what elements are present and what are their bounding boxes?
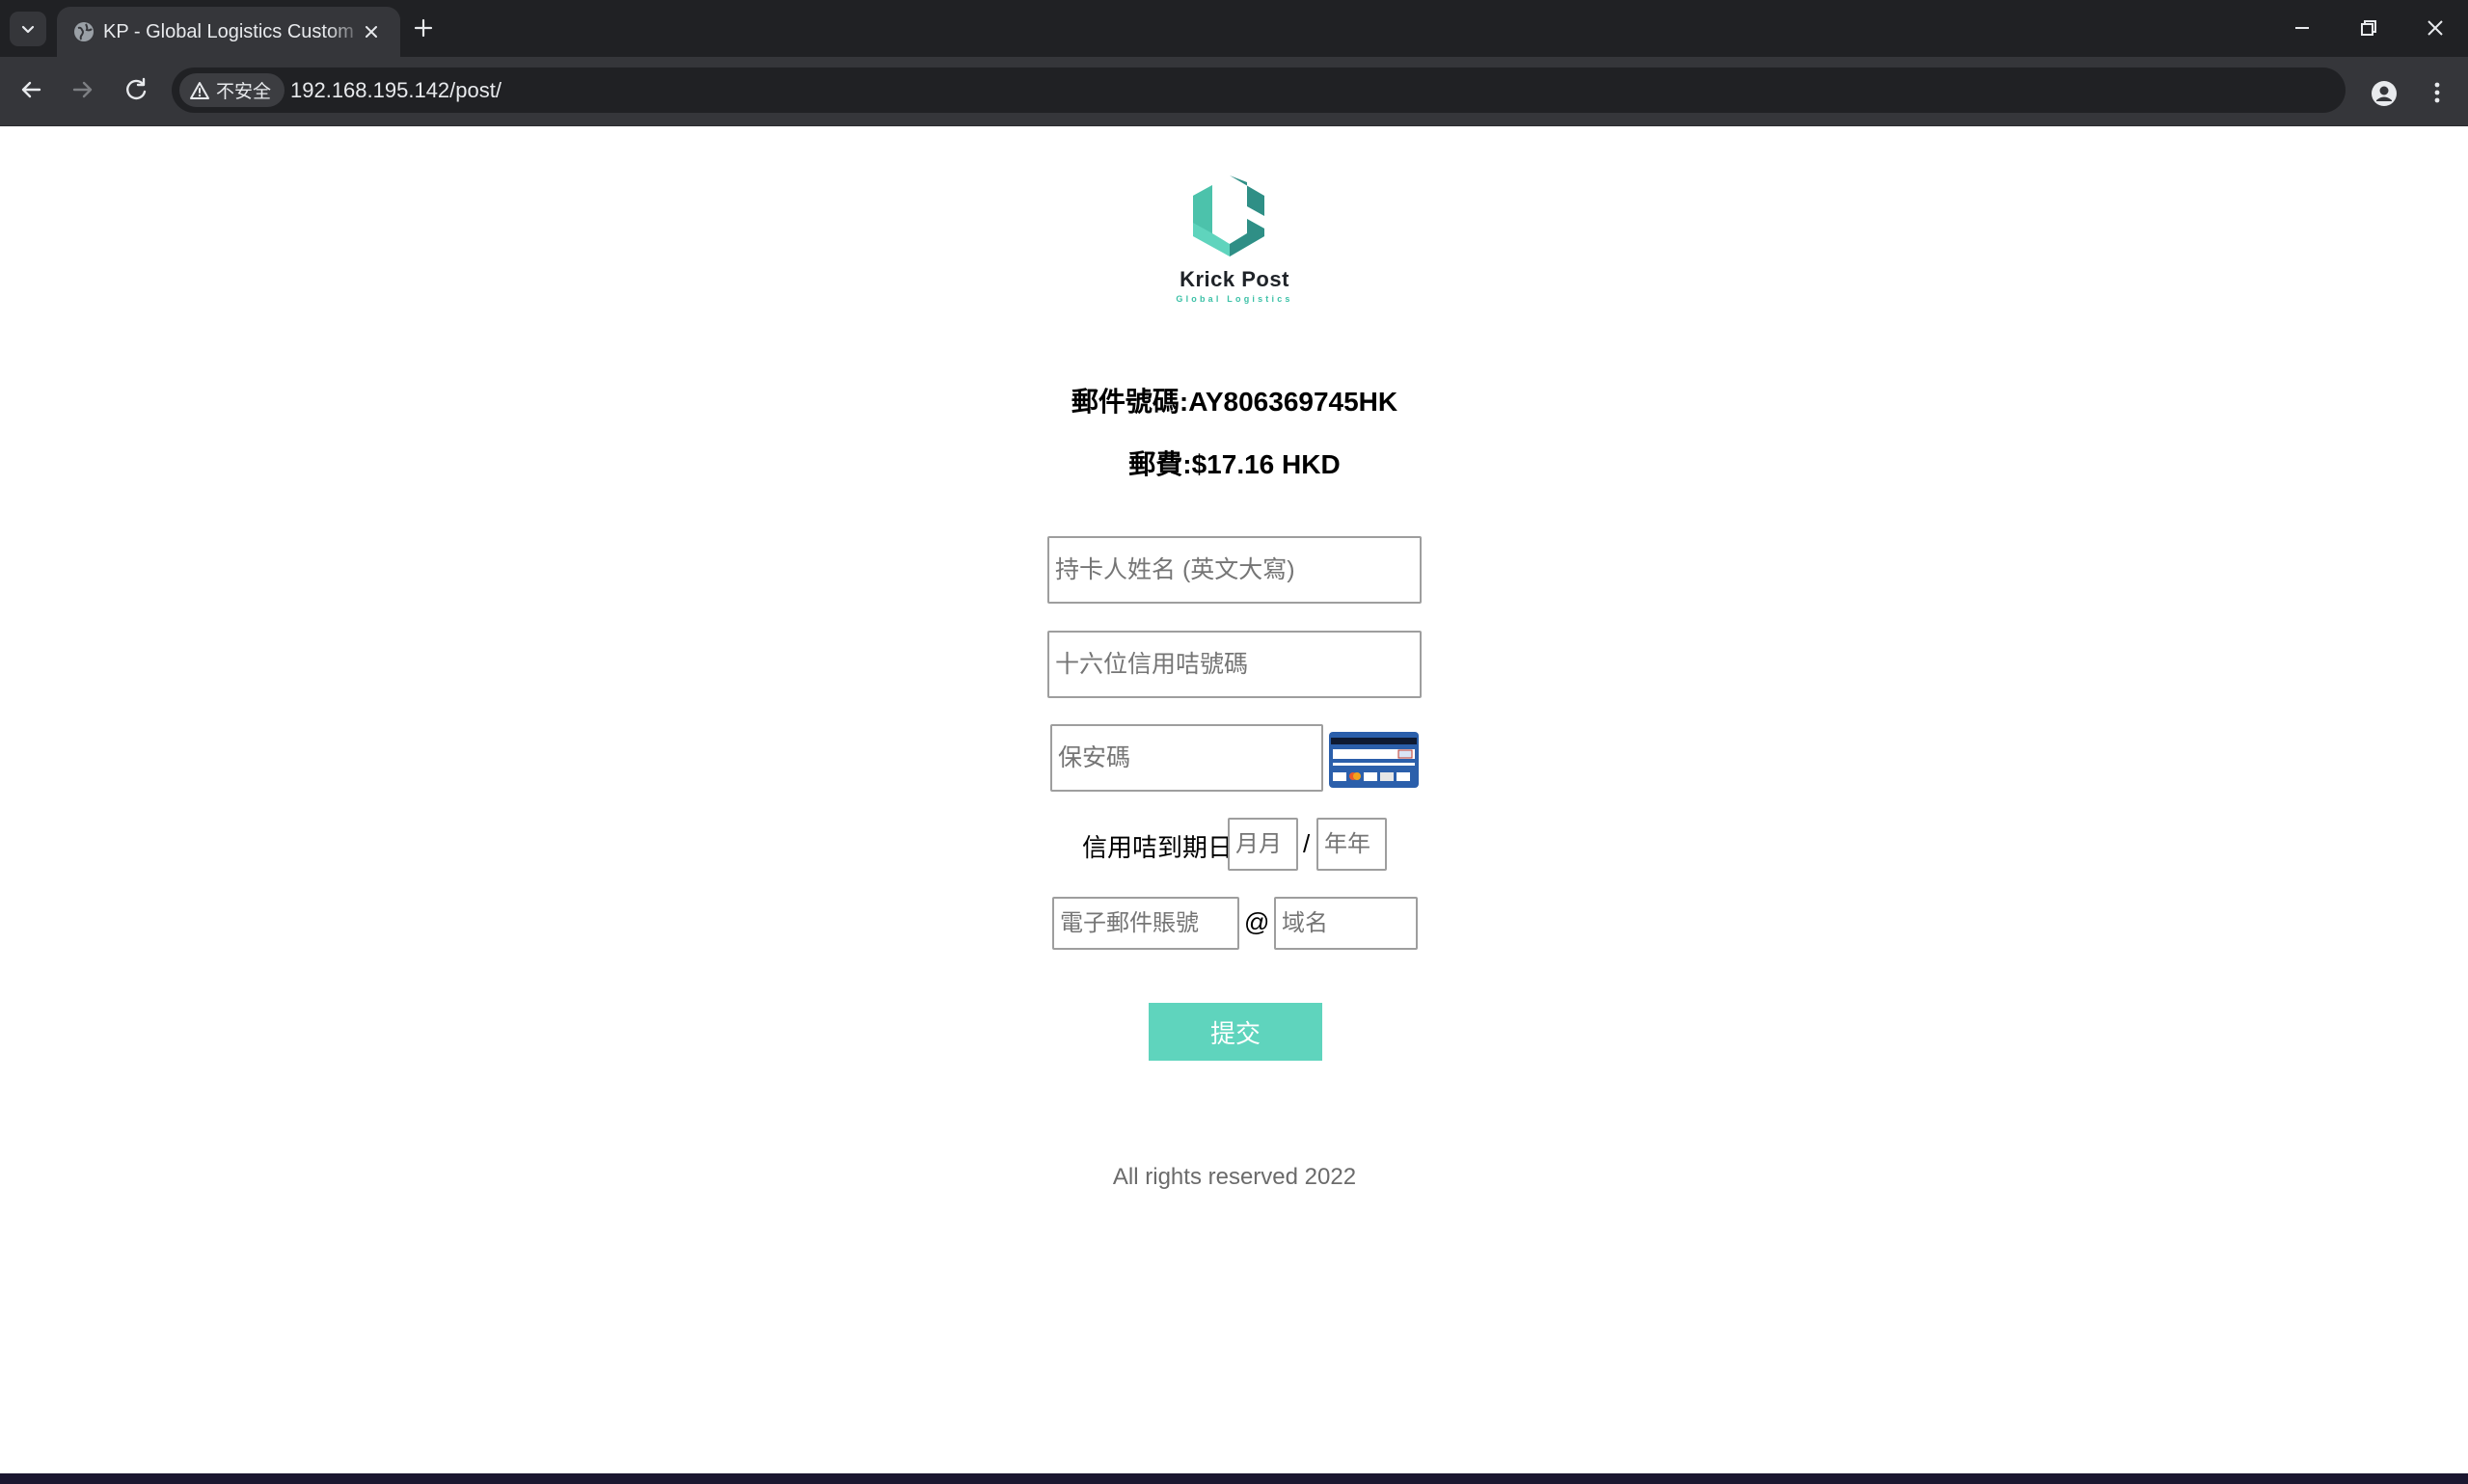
browser-tab-active[interactable]: KP - Global Logistics Customer	[57, 7, 400, 57]
browser-tab-bar: KP - Global Logistics Customer	[0, 0, 2468, 57]
browser-toolbar: 不安全 192.168.195.142/post/	[0, 57, 2468, 126]
restore-icon[interactable]	[2354, 13, 2383, 42]
tab-search-button[interactable]	[10, 12, 46, 46]
brand-tagline: Global Logistics	[1176, 294, 1293, 304]
submit-button[interactable]: 提交	[1149, 1003, 1322, 1061]
expiry-separator: /	[1303, 829, 1311, 858]
close-window-icon[interactable]	[2421, 13, 2450, 42]
warning-triangle-icon	[190, 81, 209, 99]
new-tab-icon[interactable]	[409, 13, 438, 42]
reload-icon[interactable]	[119, 72, 153, 107]
close-tab-icon[interactable]	[359, 19, 384, 44]
back-arrow-icon[interactable]	[14, 72, 48, 107]
url-text[interactable]: 192.168.195.142/post/	[290, 67, 502, 113]
tracking-number: 郵件號碼:AY806369745HK	[1071, 387, 1398, 417]
address-bar[interactable]: 不安全 192.168.195.142/post/	[172, 67, 2346, 113]
tab-title: KP - Global Logistics Customer	[103, 21, 354, 42]
footer-copyright: All rights reserved 2022	[1112, 1164, 1357, 1190]
email-account-input[interactable]	[1052, 897, 1239, 950]
expiry-label: 信用咭到期日	[1082, 833, 1234, 862]
taskbar-edge	[0, 1473, 2468, 1484]
more-options-icon[interactable]	[2423, 78, 2452, 107]
globe-icon	[74, 22, 94, 41]
card-security-code-icon	[1329, 732, 1419, 788]
security-label: 不安全	[216, 82, 272, 102]
email-domain-input[interactable]	[1274, 897, 1418, 950]
forward-arrow-icon[interactable]	[66, 72, 100, 107]
brand-name: Krick Post	[1180, 267, 1289, 291]
minimize-icon[interactable]	[2288, 13, 2317, 42]
email-at-sign: @	[1244, 907, 1270, 936]
expiry-month-input[interactable]	[1228, 818, 1298, 871]
chevron-down-icon	[21, 25, 35, 34]
cardholder-name-input[interactable]	[1047, 536, 1422, 604]
postage-fee: 郵費:$17.16 HKD	[1128, 449, 1341, 479]
profile-icon[interactable]	[2371, 80, 2398, 107]
cvv-input[interactable]	[1050, 724, 1323, 792]
expiry-year-input[interactable]	[1316, 818, 1387, 871]
page-content: Krick Post Global Logistics 郵件號碼:AY80636…	[0, 126, 2468, 1473]
security-chip[interactable]: 不安全	[179, 73, 285, 107]
card-number-input[interactable]	[1047, 631, 1422, 698]
